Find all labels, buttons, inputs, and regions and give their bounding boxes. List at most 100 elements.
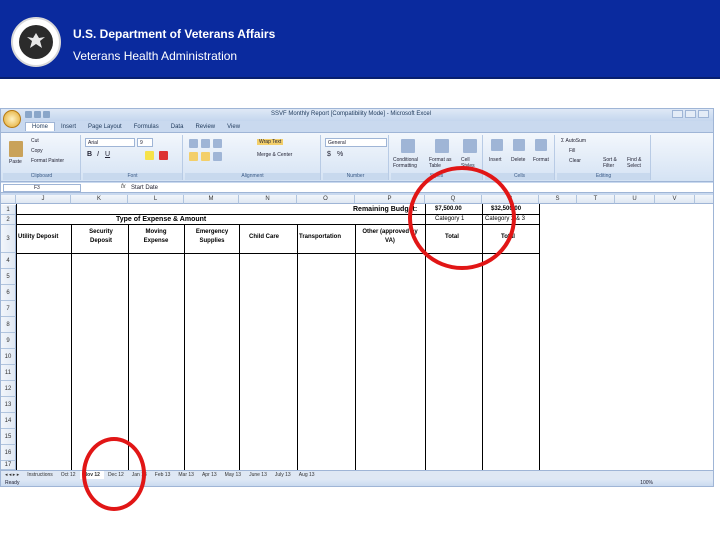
redo-icon[interactable] — [43, 111, 50, 118]
conditional-formatting-button[interactable]: Conditional Formatting — [393, 157, 423, 169]
undo-icon[interactable] — [34, 111, 41, 118]
row-header-7[interactable]: 7 — [1, 301, 16, 317]
row-header-2[interactable]: 2 — [1, 215, 16, 225]
clipboard-group: Paste Cut Copy Format Painter Clipboard — [3, 135, 81, 180]
align-bottom-icon[interactable] — [213, 139, 222, 148]
save-icon[interactable] — [25, 111, 32, 118]
worksheet-grid[interactable]: J K L M N O P Q R S T U V 1 2 3 4 5 6 7 … — [1, 195, 713, 476]
row-header-16[interactable]: 16 — [1, 445, 16, 461]
number-group: General $ % Number — [323, 135, 389, 180]
number-format-select[interactable]: General — [325, 138, 387, 147]
row-header-8[interactable]: 8 — [1, 317, 16, 333]
find-select-button[interactable]: Find & Select — [627, 157, 649, 169]
close-button[interactable] — [698, 110, 709, 118]
fill-color-icon[interactable] — [145, 151, 154, 160]
column-header-n[interactable]: N — [239, 195, 297, 204]
align-right-icon[interactable] — [213, 152, 222, 161]
cut-button[interactable]: Cut — [31, 138, 39, 144]
format-painter-button[interactable]: Format Painter — [31, 158, 64, 164]
align-middle-icon[interactable] — [201, 139, 210, 148]
format-as-table-icon[interactable] — [435, 139, 449, 153]
font-size-select[interactable]: 9 — [137, 138, 153, 147]
column-header-u[interactable]: U — [615, 195, 655, 204]
table-border — [128, 224, 129, 470]
paste-icon[interactable] — [9, 141, 23, 157]
child-care-header[interactable]: Child Care — [249, 234, 279, 240]
column-header-t[interactable]: T — [577, 195, 615, 204]
row-header-17[interactable]: 17 — [1, 461, 16, 470]
italic-icon[interactable]: I — [97, 151, 99, 158]
column-header-s[interactable]: S — [539, 195, 577, 204]
tab-review[interactable]: Review — [189, 123, 221, 131]
tab-formulas[interactable]: Formulas — [128, 123, 165, 131]
row-header-9[interactable]: 9 — [1, 333, 16, 349]
tab-data[interactable]: Data — [165, 123, 190, 131]
wrap-text-button[interactable]: Wrap Text — [257, 139, 284, 145]
minimize-button[interactable] — [672, 110, 683, 118]
cells-group: Insert Delete Format Cells — [485, 135, 555, 180]
office-button[interactable] — [3, 110, 21, 128]
format-cells-icon[interactable] — [535, 139, 547, 151]
row-header-6[interactable]: 6 — [1, 285, 16, 301]
moving-expense-header[interactable]: Moving Expense — [135, 228, 177, 246]
column-header-l[interactable]: L — [128, 195, 184, 204]
alignment-label: Alignment — [185, 173, 320, 180]
align-top-icon[interactable] — [189, 139, 198, 148]
copy-button[interactable]: Copy — [31, 148, 43, 154]
column-header-k[interactable]: K — [71, 195, 128, 204]
row-header-3[interactable]: 3 — [1, 225, 16, 253]
tab-insert[interactable]: Insert — [55, 123, 82, 131]
clear-button[interactable]: Clear — [569, 158, 581, 164]
merge-center-button[interactable]: Merge & Center — [257, 152, 292, 158]
insert-cells-icon[interactable] — [491, 139, 503, 151]
insert-cells-button[interactable]: Insert — [489, 157, 502, 163]
font-name-select[interactable]: Arial — [85, 138, 135, 147]
tab-home[interactable]: Home — [25, 122, 56, 131]
conditional-formatting-icon[interactable] — [401, 139, 415, 153]
align-left-icon[interactable] — [189, 152, 198, 161]
table-border — [239, 224, 240, 470]
row-header-15[interactable]: 15 — [1, 429, 16, 445]
tab-page-layout[interactable]: Page Layout — [82, 123, 128, 131]
paste-button[interactable]: Paste — [9, 159, 22, 165]
column-header-j[interactable]: J — [16, 195, 71, 204]
row-header-14[interactable]: 14 — [1, 413, 16, 429]
fx-icon[interactable]: fx — [121, 184, 126, 190]
tab-view[interactable]: View — [221, 123, 246, 131]
transportation-header[interactable]: Transportation — [299, 234, 341, 240]
row-header-13[interactable]: 13 — [1, 397, 16, 413]
sort-filter-button[interactable]: Sort & Filter — [603, 157, 625, 169]
maximize-button[interactable] — [685, 110, 696, 118]
editing-group: Σ AutoSum Fill Clear Sort & Filter Find … — [557, 135, 651, 180]
zoom-level[interactable]: 100% — [640, 479, 653, 486]
align-center-icon[interactable] — [201, 152, 210, 161]
security-deposit-header[interactable]: Security Deposit — [81, 228, 121, 246]
underline-icon[interactable]: U — [105, 151, 110, 158]
column-header-v[interactable]: V — [655, 195, 695, 204]
banner-title: U.S. Department of Veterans Affairs — [73, 27, 276, 41]
row-header-4[interactable]: 4 — [1, 253, 16, 269]
row-header-5[interactable]: 5 — [1, 269, 16, 285]
format-cells-button[interactable]: Format — [533, 157, 549, 163]
utility-deposit-header[interactable]: Utility Deposit — [18, 234, 58, 240]
formula-bar: F3 fx Start Date — [1, 183, 713, 193]
cell-styles-icon[interactable] — [463, 139, 477, 153]
font-color-icon[interactable] — [159, 151, 168, 160]
column-header-o[interactable]: O — [297, 195, 355, 204]
fill-button[interactable]: Fill — [569, 148, 575, 154]
emergency-supplies-header[interactable]: Emergency Supplies — [187, 228, 237, 246]
row-header-11[interactable]: 11 — [1, 365, 16, 381]
row-header-10[interactable]: 10 — [1, 349, 16, 365]
type-of-expense-header[interactable]: Type of Expense & Amount — [116, 216, 206, 223]
percent-icon[interactable]: % — [337, 151, 343, 158]
bold-icon[interactable]: B — [87, 151, 92, 158]
delete-cells-icon[interactable] — [513, 139, 525, 151]
row-header-12[interactable]: 12 — [1, 381, 16, 397]
column-header-m[interactable]: M — [184, 195, 239, 204]
autosum-button[interactable]: Σ AutoSum — [561, 138, 586, 144]
name-box[interactable]: F3 — [3, 184, 81, 192]
select-all-corner[interactable] — [1, 195, 16, 204]
delete-cells-button[interactable]: Delete — [511, 157, 525, 163]
row-header-1[interactable]: 1 — [1, 205, 16, 215]
currency-icon[interactable]: $ — [327, 151, 331, 158]
